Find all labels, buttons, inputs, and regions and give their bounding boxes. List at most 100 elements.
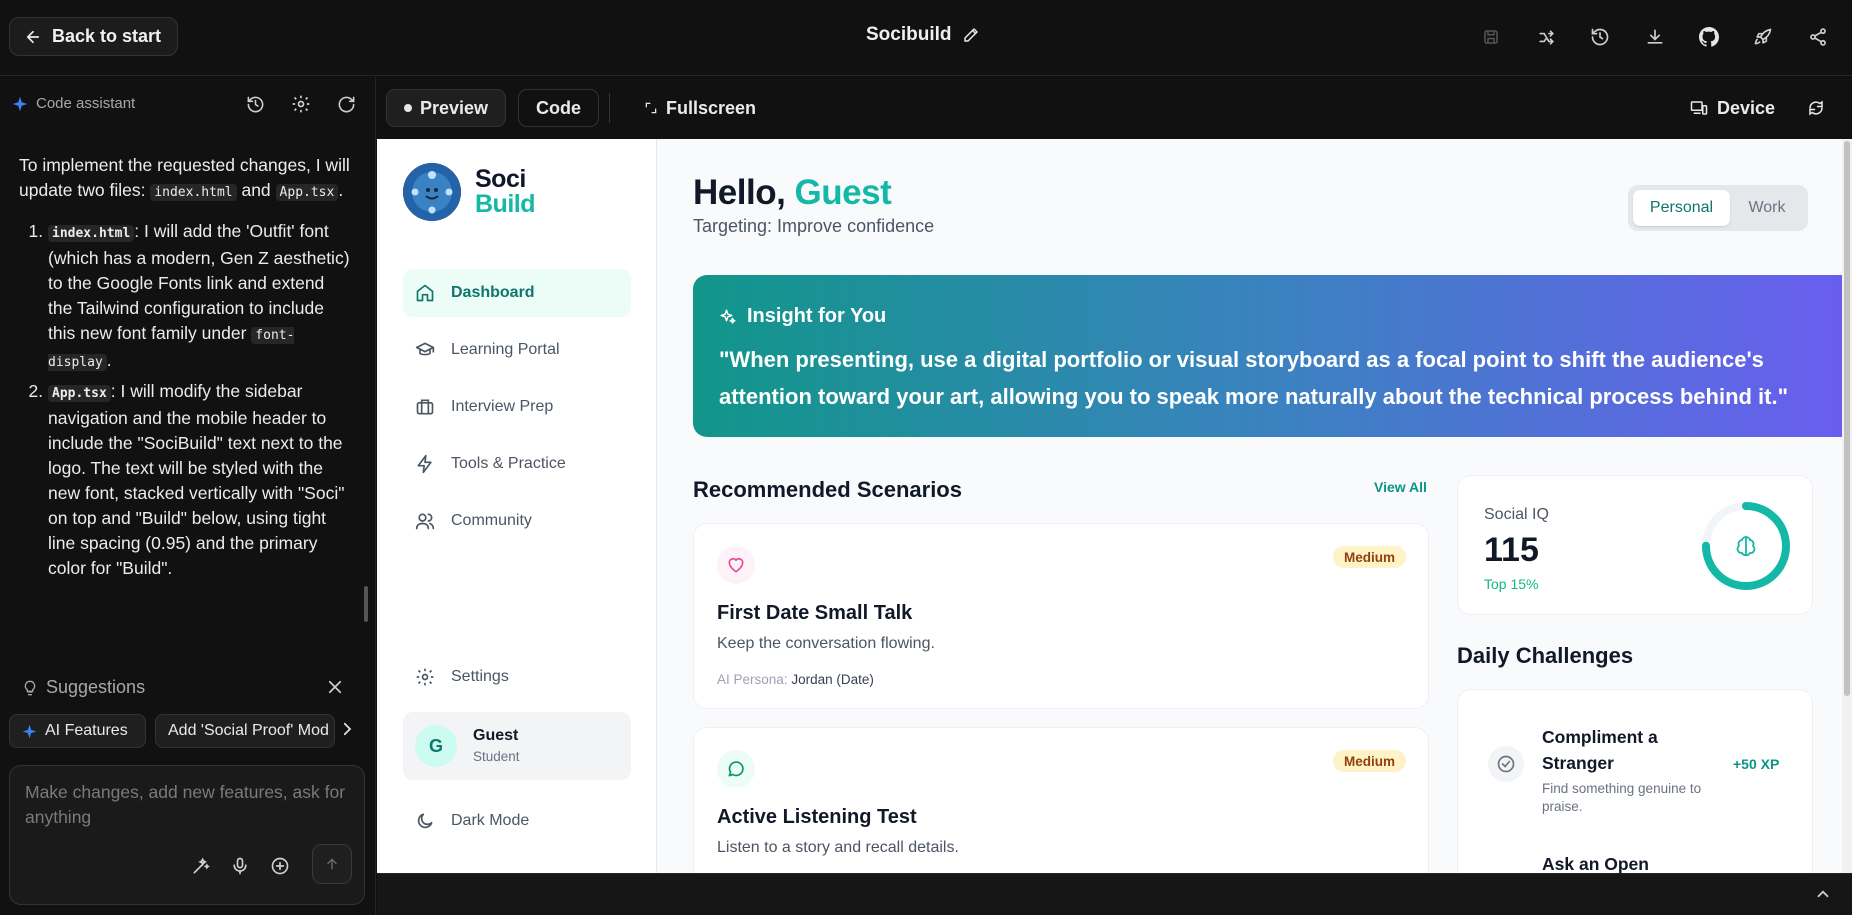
users-icon: [415, 511, 435, 531]
scrollbar-thumb[interactable]: [364, 586, 368, 622]
chevron-up-icon[interactable]: [1814, 885, 1832, 903]
nav-interview-prep[interactable]: Interview Prep: [403, 383, 631, 431]
lightbulb-icon: [22, 680, 38, 696]
suggestion-chip-social-proof[interactable]: Add 'Social Proof' Mod: [155, 714, 335, 748]
prompt-input[interactable]: [25, 780, 350, 832]
download-icon[interactable]: [1640, 22, 1670, 52]
dark-mode-toggle[interactable]: Dark Mode: [403, 797, 631, 845]
rocket-icon[interactable]: [1748, 22, 1778, 52]
view-all-link[interactable]: View All: [1374, 479, 1427, 495]
lightning-icon: [415, 454, 435, 474]
magic-wand-icon[interactable]: [188, 853, 214, 879]
save-icon[interactable]: [1476, 22, 1506, 52]
check-circle-icon[interactable]: [1488, 746, 1524, 782]
socibuild-logo: [403, 163, 461, 221]
top-bar: Back to start Socibuild: [0, 0, 1852, 76]
scenario-description: Keep the conversation flowing.: [717, 635, 935, 652]
user-name: Guest: [473, 727, 519, 744]
nav-dashboard[interactable]: Dashboard: [403, 269, 631, 317]
project-title[interactable]: Socibuild: [866, 24, 980, 46]
scenario-persona: AI Persona: Jordan (Date): [717, 672, 874, 687]
daily-challenges-title: Daily Challenges: [1457, 643, 1634, 668]
assistant-message: To implement the requested changes, I wi…: [19, 153, 351, 585]
avatar: G: [415, 725, 457, 767]
briefcase-icon: [415, 397, 435, 417]
device-button[interactable]: Device: [1672, 89, 1792, 127]
page-title: Hello, Guest: [693, 173, 892, 212]
expand-icon: [644, 101, 658, 115]
prompt-box: [9, 765, 365, 905]
logo-build: Build: [475, 190, 536, 218]
sparkle-icon: [12, 96, 28, 112]
pencil-icon[interactable]: [962, 26, 980, 44]
challenge-xp: +50 XP: [1733, 756, 1780, 772]
chevron-right-icon[interactable]: [338, 720, 356, 738]
challenge-description: Find something genuine to praise.: [1542, 781, 1702, 814]
social-iq-label: Social IQ: [1484, 506, 1549, 523]
daily-challenges-card: Compliment a Stranger Find something gen…: [1457, 689, 1813, 873]
tab-preview[interactable]: Preview: [386, 89, 507, 127]
heart-icon: [717, 546, 755, 584]
insight-banner: Insight for You "When presenting, use a …: [693, 275, 1842, 437]
dashboard-main: Hello, Guest Targeting: Improve confiden…: [658, 139, 1842, 873]
social-iq-value: 115: [1484, 531, 1539, 569]
social-iq-ring: [1698, 498, 1794, 594]
tab-code[interactable]: Code: [518, 89, 599, 127]
back-label: Back to start: [52, 26, 162, 46]
nav-learning-portal[interactable]: Learning Portal: [403, 326, 631, 374]
chat-scrollbar[interactable]: [362, 141, 370, 651]
code-file-app: App.tsx: [275, 184, 339, 201]
close-icon[interactable]: [326, 678, 344, 696]
mode-toggle: Personal Work: [1628, 185, 1808, 231]
nav-settings[interactable]: Settings: [403, 653, 631, 701]
nav-community[interactable]: Community: [403, 497, 631, 545]
add-circle-icon[interactable]: [267, 853, 293, 879]
gear-icon: [415, 667, 435, 687]
scenario-title: First Date Small Talk: [717, 602, 913, 624]
brain-icon: [1736, 536, 1756, 556]
bottom-console-bar: [377, 873, 1852, 915]
rotate-button[interactable]: [1797, 89, 1835, 127]
share-icon[interactable]: [1803, 22, 1833, 52]
arrow-left-icon: [24, 28, 42, 46]
chat-history-icon[interactable]: [240, 89, 270, 119]
social-iq-rank: Top 15%: [1484, 576, 1539, 592]
suggestion-chip-ai-features[interactable]: AI Features: [9, 714, 146, 748]
gear-icon[interactable]: [286, 89, 316, 119]
suggestions-header: Suggestions: [22, 677, 352, 698]
nav-tools-practice[interactable]: Tools & Practice: [403, 440, 631, 488]
preview-frame: Soci Build Dashboard Learning Portal Int…: [377, 139, 1842, 873]
merge-icon[interactable]: [1531, 22, 1561, 52]
recommended-scenarios-title: Recommended Scenarios: [693, 477, 962, 502]
github-icon[interactable]: [1694, 22, 1724, 52]
arrow-up-icon: [324, 856, 340, 872]
toggle-work[interactable]: Work: [1732, 190, 1802, 226]
back-to-start-button[interactable]: Back to start: [9, 17, 179, 56]
logo-wordmark: Soci Build: [475, 167, 536, 218]
user-role: Student: [473, 749, 520, 764]
toggle-personal[interactable]: Personal: [1633, 190, 1730, 226]
scenario-card-active-listening[interactable]: Medium Active Listening Test Listen to a…: [693, 727, 1429, 873]
refresh-icon[interactable]: [331, 89, 361, 119]
microphone-icon[interactable]: [227, 853, 253, 879]
challenge-title: Ask an Open: [1542, 854, 1649, 873]
code-file-index: index.html: [150, 184, 237, 201]
code-assistant-panel: Code assistant To implement the requeste…: [0, 77, 376, 915]
list-item: index.html: I will add the 'Outfit' font…: [48, 219, 351, 375]
insight-title: Insight for You: [719, 305, 886, 328]
preview-scrollbar[interactable]: [1842, 139, 1852, 873]
toolbar-divider: [609, 93, 610, 123]
scrollbar-thumb[interactable]: [1844, 141, 1850, 696]
history-icon[interactable]: [1585, 22, 1615, 52]
challenge-title: Compliment a Stranger: [1542, 727, 1658, 773]
user-card[interactable]: G Guest Student: [403, 712, 631, 780]
top-actions: [1452, 22, 1852, 52]
send-button[interactable]: [312, 844, 352, 884]
chat-header-title: Code assistant: [36, 95, 136, 112]
scenario-card-first-date[interactable]: Medium First Date Small Talk Keep the co…: [693, 523, 1429, 709]
suggestions-label: Suggestions: [46, 677, 146, 697]
difficulty-badge: Medium: [1332, 750, 1406, 772]
fullscreen-button[interactable]: Fullscreen: [627, 89, 773, 127]
device-icon: [1689, 99, 1709, 117]
insight-quote: "When presenting, use a digital portfoli…: [719, 347, 1789, 409]
